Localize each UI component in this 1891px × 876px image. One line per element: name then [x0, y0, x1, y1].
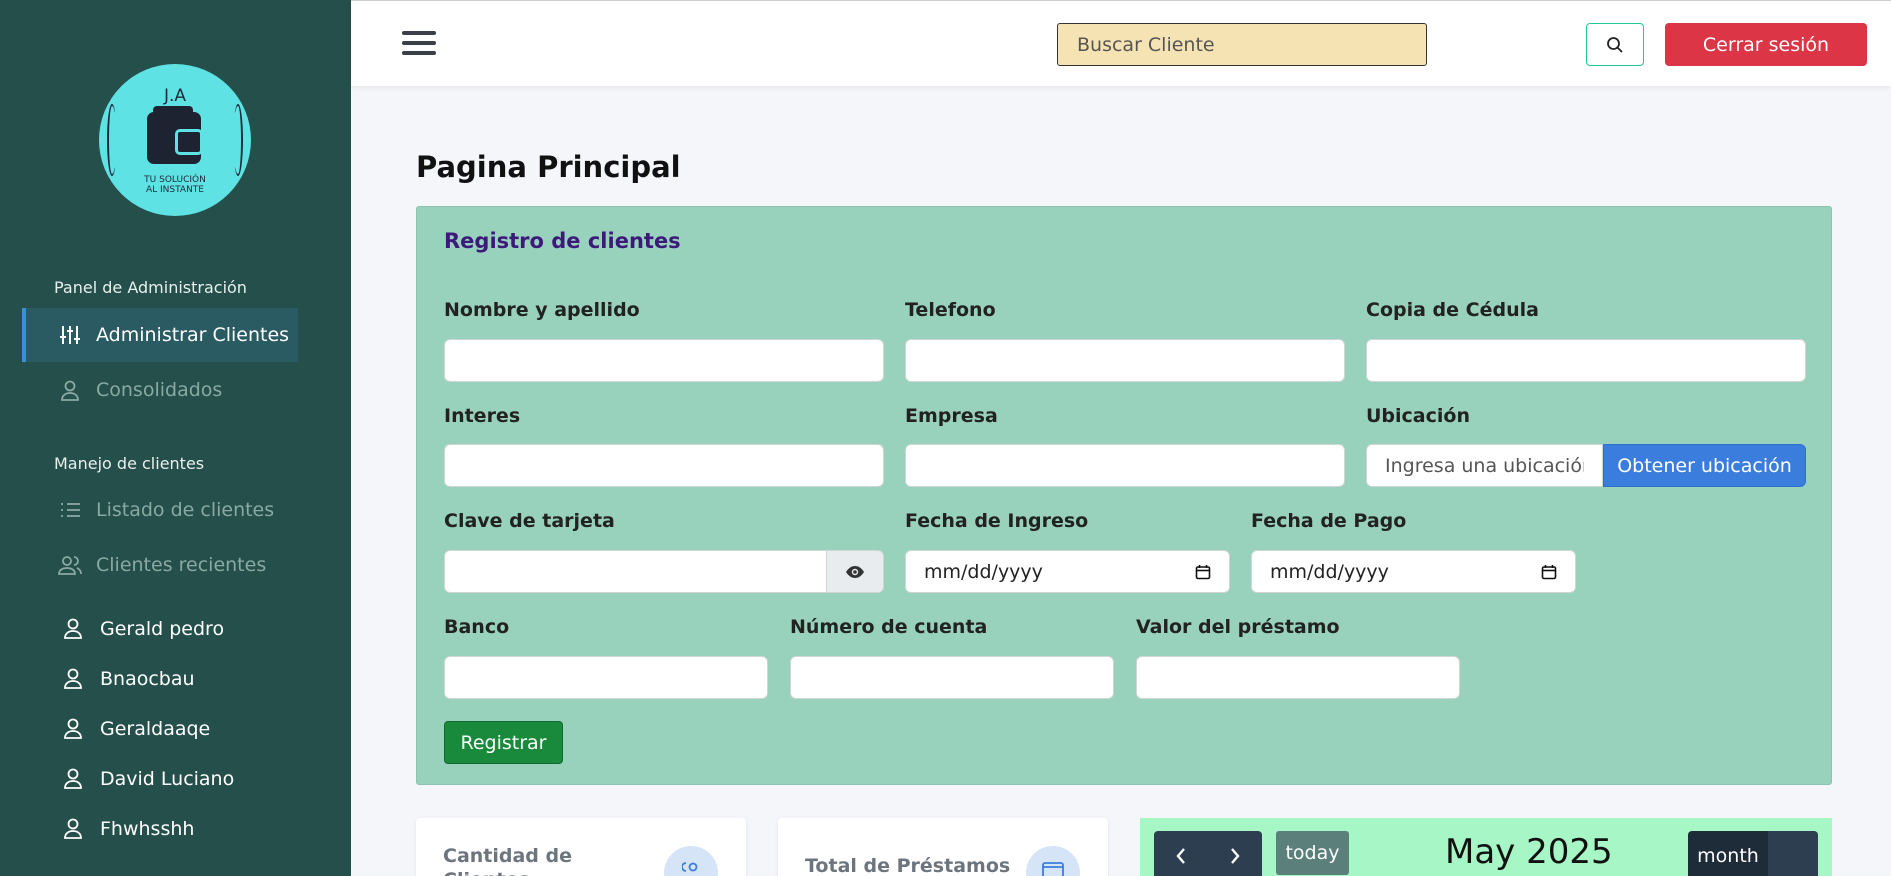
sidebar-item-consolidados[interactable]: Consolidados: [22, 363, 298, 417]
cedula-label: Copia de Cédula: [1366, 299, 1539, 321]
cuenta-field[interactable]: [790, 656, 1114, 699]
calendar-month-title: May 2025: [1445, 832, 1613, 872]
stat-card-clientes: Cantidad de Clientes: [416, 818, 746, 876]
clave-field[interactable]: [444, 550, 827, 593]
stat-label: Cantidad de Clientes: [443, 844, 572, 876]
ubicacion-label: Ubicación: [1366, 405, 1470, 427]
slogan-line-1: TU SOLUCIÓN: [144, 175, 206, 185]
brand-slogan: TU SOLUCIÓN AL INSTANTE: [99, 175, 251, 195]
nombre-label: Nombre y apellido: [444, 299, 640, 321]
sidebar: J.A TU SOLUCIÓN AL INSTANTE Panel de Adm…: [0, 0, 351, 876]
search-input[interactable]: [1057, 23, 1427, 66]
menu-toggle-icon[interactable]: [402, 31, 436, 57]
calendar: today May 2025 month: [1140, 818, 1832, 876]
sliders-icon: [58, 323, 82, 347]
register-button[interactable]: Registrar: [444, 721, 563, 764]
chevron-left-icon[interactable]: [1154, 831, 1208, 876]
fecha-ingreso-label: Fecha de Ingreso: [905, 510, 1089, 532]
user-icon: [62, 817, 86, 841]
page-title-rest: Principal: [526, 150, 681, 184]
page-title: Pagina Principal: [416, 150, 681, 184]
banco-field[interactable]: [444, 656, 768, 699]
valor-field[interactable]: [1136, 656, 1460, 699]
client-link[interactable]: Gerald pedro: [62, 609, 224, 649]
sidebar-item-clientes-recientes[interactable]: Clientes recientes: [22, 538, 298, 592]
empresa-label: Empresa: [905, 405, 998, 427]
user-icon: [58, 378, 82, 402]
logo-arc-left: [107, 104, 117, 176]
fecha-ingreso-value: mm/dd/yyyy: [924, 560, 1043, 583]
client-registration-form: Registro de clientes Nombre y apellido T…: [416, 206, 1832, 785]
client-name: David Luciano: [100, 768, 235, 790]
top-bar: Cerrar sesión: [351, 0, 1891, 86]
valor-label: Valor del préstamo: [1136, 616, 1340, 638]
telefono-field[interactable]: [905, 339, 1345, 382]
sidebar-item-label: Administrar Clientes: [96, 324, 290, 346]
cedula-field[interactable]: [1366, 339, 1806, 382]
banco-label: Banco: [444, 616, 510, 638]
user-icon: [62, 717, 86, 741]
ubicacion-field[interactable]: [1366, 444, 1603, 487]
logout-button[interactable]: Cerrar sesión: [1665, 23, 1867, 66]
wallet-icon: [147, 106, 203, 164]
nombre-field[interactable]: [444, 339, 884, 382]
empresa-field[interactable]: [905, 444, 1345, 487]
stat-label: Total de Préstamos: [805, 855, 1011, 876]
page-title-bold: Pagina: [416, 150, 527, 184]
form-title: Registro de clientes: [444, 229, 681, 253]
stat-label-line-2: Clientes: [443, 868, 572, 876]
fecha-pago-field[interactable]: mm/dd/yyyy: [1251, 550, 1576, 593]
client-link[interactable]: David Luciano: [62, 759, 234, 799]
stat-label-line-1: Cantidad de: [443, 845, 573, 867]
slogan-line-2: AL INSTANTE: [145, 185, 204, 195]
calendar-month-view-button[interactable]: month: [1688, 831, 1768, 876]
section-title-admin: Panel de Administración: [54, 278, 247, 297]
client-link[interactable]: Geraldaaqe: [62, 709, 210, 749]
brand-logo[interactable]: J.A TU SOLUCIÓN AL INSTANTE: [99, 64, 251, 216]
eye-icon: [846, 565, 864, 578]
client-name: Gerald pedro: [100, 618, 225, 640]
calendar-today-button[interactable]: today: [1276, 831, 1349, 875]
user-icon: [62, 767, 86, 791]
toggle-password-button[interactable]: [826, 550, 884, 593]
calendar-nav: [1154, 831, 1262, 876]
fecha-ingreso-field[interactable]: mm/dd/yyyy: [905, 550, 1230, 593]
search-icon: [1607, 36, 1623, 53]
sidebar-item-label: Clientes recientes: [96, 554, 267, 576]
users-icon: [664, 846, 718, 876]
list-icon: [58, 498, 82, 522]
fecha-pago-value: mm/dd/yyyy: [1270, 560, 1389, 583]
section-title-clientes: Manejo de clientes: [54, 454, 205, 473]
logo-arc-right: [233, 104, 243, 176]
fecha-pago-label: Fecha de Pago: [1251, 510, 1407, 532]
sidebar-item-administrar-clientes[interactable]: Administrar Clientes: [22, 308, 298, 362]
chevron-right-icon[interactable]: [1208, 831, 1262, 876]
search-button[interactable]: [1586, 23, 1644, 66]
cuenta-label: Número de cuenta: [790, 616, 988, 638]
sidebar-item-label: Listado de clientes: [96, 499, 275, 521]
sidebar-item-label: Consolidados: [96, 379, 223, 401]
calendar-icon: [1195, 564, 1211, 579]
card-icon: [1026, 846, 1080, 876]
telefono-label: Telefono: [905, 299, 996, 321]
client-name: Geraldaaqe: [100, 718, 211, 740]
sidebar-item-listado-clientes[interactable]: Listado de clientes: [22, 483, 298, 537]
get-location-button[interactable]: Obtener ubicación: [1603, 444, 1806, 487]
calendar-icon: [1541, 564, 1557, 579]
users-icon: [58, 553, 82, 577]
interes-field[interactable]: [444, 444, 884, 487]
client-link[interactable]: Bnaocbau: [62, 659, 195, 699]
user-icon: [62, 617, 86, 641]
client-name: Fhwhsshh: [100, 818, 195, 840]
brand-initials: J.A: [163, 86, 187, 106]
calendar-view-button[interactable]: [1768, 831, 1818, 876]
stat-card-prestamos: Total de Préstamos: [778, 818, 1108, 876]
interes-label: Interes: [444, 405, 521, 427]
user-icon: [62, 667, 86, 691]
client-link[interactable]: Fhwhsshh: [62, 809, 194, 849]
clave-label: Clave de tarjeta: [444, 510, 615, 532]
client-name: Bnaocbau: [100, 668, 195, 690]
